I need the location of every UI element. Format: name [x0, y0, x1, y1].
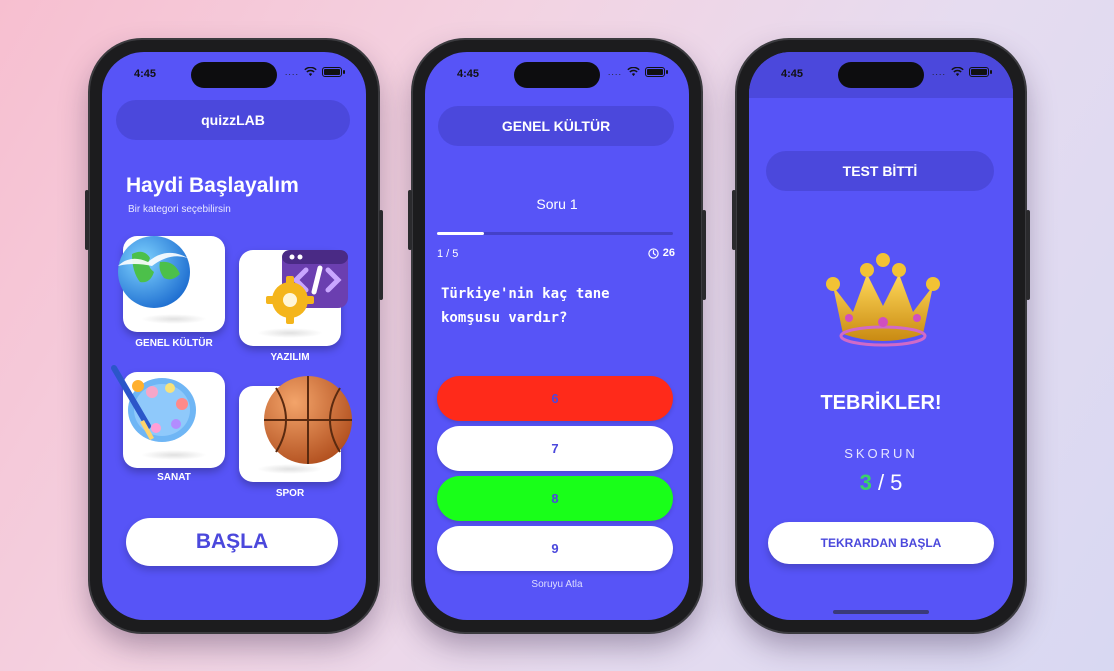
status-icons: ....	[284, 67, 345, 77]
wifi-icon	[951, 67, 964, 77]
basketball-icon	[264, 376, 352, 464]
result-screen: 4:45 .... TEST BİTTİ TEBRİKLER! SKORUN 3…	[749, 52, 1013, 620]
result-header: TEST BİTTİ	[766, 151, 994, 191]
status-icons: ....	[931, 67, 992, 77]
battery-icon	[969, 67, 992, 77]
palette-icon	[111, 365, 196, 442]
dynamic-island	[838, 62, 924, 88]
restart-button[interactable]: TEKRARDAN BAŞLA	[768, 522, 994, 564]
status-time: 4:45	[134, 68, 157, 80]
signal-dots: ....	[607, 67, 622, 77]
status-time: 4:45	[781, 68, 804, 80]
signal-dots: ....	[284, 67, 299, 77]
progress-text: 1 / 5	[437, 248, 459, 260]
congrats-text: TEBRİKLER!	[820, 392, 942, 414]
score-display: 3 / 5	[749, 470, 1013, 496]
score-correct: 3	[859, 470, 872, 495]
score-total: 5	[890, 470, 903, 495]
wifi-icon	[304, 67, 317, 77]
page-subtitle: Bir kategori seçebilirsin	[128, 204, 231, 215]
skip-question-link[interactable]: Soruyu Atla	[425, 579, 689, 590]
category-label-sanat: SANAT	[157, 472, 191, 483]
answer-option-2[interactable]: 7	[437, 426, 673, 471]
dynamic-island	[514, 62, 600, 88]
home-indicator	[833, 610, 929, 614]
quiz-screen: 4:45 .... GENEL KÜLTÜR Soru 1 1 / 5 26 T…	[425, 52, 689, 620]
home-screen: 4:45 .... quizzLAB Haydi Başlayalım Bir …	[102, 52, 366, 620]
wifi-icon	[627, 67, 640, 77]
phone-quiz: 4:45 .... GENEL KÜLTÜR Soru 1 1 / 5 26 T…	[408, 40, 706, 632]
signal-dots: ....	[931, 67, 946, 77]
battery-icon	[645, 67, 668, 77]
battery-icon	[322, 67, 345, 77]
phone-result: 4:45 .... TEST BİTTİ TEBRİKLER! SKORUN 3…	[732, 40, 1030, 632]
progress-fill	[437, 232, 485, 235]
answer-option-4[interactable]: 9	[437, 526, 673, 571]
clock-icon	[648, 247, 659, 259]
progress-bar	[437, 232, 673, 235]
app-title: quizzLAB	[116, 100, 350, 140]
category-label-genel-kultur: GENEL KÜLTÜR	[135, 338, 213, 349]
category-label-yazilim: YAZILIM	[270, 352, 310, 363]
crown-icon	[826, 253, 940, 347]
status-time: 4:45	[457, 68, 480, 80]
question-number: Soru 1	[536, 196, 578, 212]
score-label: SKORUN	[844, 446, 918, 461]
category-title: GENEL KÜLTÜR	[438, 106, 674, 146]
status-icons: ....	[607, 67, 668, 77]
page-title: Haydi Başlayalım	[126, 174, 299, 197]
answer-option-1[interactable]: 6	[437, 376, 673, 421]
phone-home: 4:45 .... quizzLAB Haydi Başlayalım Bir …	[85, 40, 383, 632]
timer: 26	[648, 247, 675, 259]
answer-option-3[interactable]: 8	[437, 476, 673, 521]
score-separator: /	[871, 470, 891, 495]
question-text: Türkiye'nin kaç tane komşusu vardır?	[441, 286, 610, 326]
globe-icon	[118, 236, 190, 308]
dynamic-island	[191, 62, 277, 88]
code-gear-icon	[266, 250, 348, 324]
category-label-spor: SPOR	[275, 488, 305, 499]
timer-value: 26	[662, 247, 675, 259]
start-button[interactable]: BAŞLA	[126, 518, 338, 566]
